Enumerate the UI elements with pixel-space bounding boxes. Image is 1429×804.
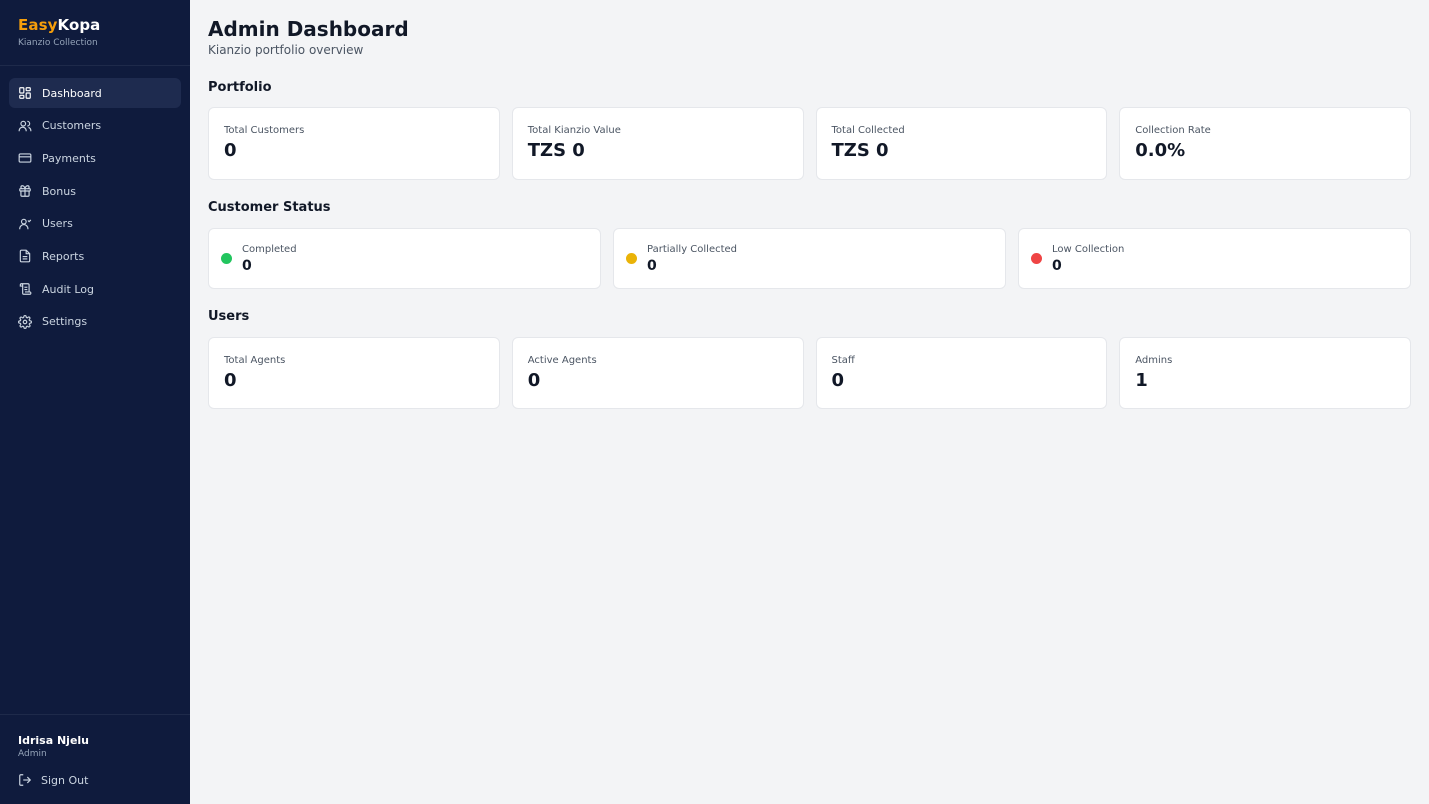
stat-label: Total Agents	[224, 355, 286, 366]
document-icon	[18, 249, 32, 263]
sidebar-item-label: Customers	[42, 119, 102, 133]
sidebar-item-customers[interactable]: Customers	[9, 111, 181, 141]
brand-name-part2: Kopa	[57, 16, 101, 34]
sidebar-item-label: Users	[42, 217, 73, 231]
sidebar-item-payments[interactable]: Payments	[9, 143, 181, 173]
credit-card-icon	[18, 151, 32, 165]
stat-value: 0	[527, 370, 541, 391]
sidebar-item-label: Reports	[42, 249, 85, 263]
stat-card-total-kianzio-value: Total Kianzio Value TZS 0	[511, 107, 804, 180]
sidebar-item-label: Audit Log	[42, 282, 94, 296]
brand: EasyKopa Kianzio Collection	[0, 0, 190, 66]
sidebar-item-label: Settings	[42, 315, 88, 329]
brand-name-part1: Easy	[18, 16, 58, 34]
stat-value: TZS 0	[527, 140, 585, 161]
status-value: 0	[647, 257, 657, 274]
stat-label: Total Kianzio Value	[527, 125, 621, 136]
sidebar-item-users[interactable]: Users	[9, 209, 181, 239]
gear-icon	[18, 314, 32, 329]
section-title-customer-status: Customer Status	[208, 200, 331, 215]
stat-label: Staff	[831, 355, 855, 366]
stat-card-total-customers: Total Customers 0	[208, 107, 500, 180]
stat-card-staff: Staff 0	[815, 337, 1108, 409]
audit-icon	[18, 282, 32, 296]
sidebar-item-label: Payments	[42, 151, 96, 165]
users-icon	[18, 119, 32, 133]
stat-value: 0	[831, 370, 845, 391]
sidebar-item-dashboard[interactable]: Dashboard	[9, 78, 181, 108]
users-cards: Total Agents 0 Active Agents 0 Staff 0 A…	[208, 337, 1411, 409]
stat-card-collection-rate: Collection Rate 0.0%	[1119, 107, 1411, 180]
stat-card-admins: Admins 1	[1119, 337, 1411, 409]
page-subtitle: Kianzio portfolio overview	[208, 43, 364, 57]
user-icon	[18, 217, 32, 231]
status-card-completed: Completed 0	[208, 228, 601, 289]
stat-value: TZS 0	[831, 140, 889, 161]
status-label: Partially Collected	[647, 243, 738, 255]
stat-card-total-agents: Total Agents 0	[208, 337, 500, 409]
gift-icon	[18, 184, 32, 198]
status-value: 0	[1052, 257, 1062, 274]
status-value: 0	[242, 257, 252, 274]
section-title-portfolio: Portfolio	[208, 80, 272, 95]
sidebar-item-label: Dashboard	[42, 86, 102, 100]
status-label: Completed	[242, 243, 297, 255]
brand-logo[interactable]: EasyKopa	[18, 16, 172, 34]
brand-subtitle: Kianzio Collection	[18, 38, 98, 48]
section-title-users: Users	[208, 309, 250, 324]
dashboard-icon	[18, 86, 32, 100]
stat-label: Total Customers	[224, 125, 305, 136]
portfolio-cards: Total Customers 0 Total Kianzio Value TZ…	[208, 107, 1411, 180]
sign-out-label: Sign Out	[41, 773, 89, 787]
stat-label: Admins	[1135, 355, 1173, 366]
stat-card-total-collected: Total Collected TZS 0	[815, 107, 1108, 180]
sidebar-nav: Dashboard Customers Payments Bonus Users	[0, 66, 190, 337]
stat-label: Total Collected	[831, 125, 905, 136]
sidebar-item-bonus[interactable]: Bonus	[9, 176, 181, 206]
stat-value: 0	[224, 140, 237, 161]
sidebar-footer: Idrisa Njelu Admin Sign Out	[0, 714, 190, 804]
sidebar-item-settings[interactable]: Settings	[9, 307, 181, 337]
main-content: Admin Dashboard Kianzio portfolio overvi…	[190, 0, 1429, 804]
status-card-low-collection: Low Collection 0	[1018, 228, 1411, 289]
status-dot-green	[221, 253, 232, 264]
stat-card-active-agents: Active Agents 0	[511, 337, 804, 409]
stat-label: Collection Rate	[1135, 125, 1211, 136]
sign-out-button[interactable]: Sign Out	[18, 773, 172, 787]
status-dot-red	[1031, 253, 1042, 264]
stat-value: 0	[224, 370, 237, 391]
status-label: Low Collection	[1052, 243, 1125, 255]
user-role: Admin	[18, 749, 47, 759]
page-title: Admin Dashboard	[208, 17, 409, 41]
status-card-partially-collected: Partially Collected 0	[613, 228, 1006, 289]
sidebar-item-label: Bonus	[42, 184, 76, 198]
status-dot-yellow	[626, 253, 637, 264]
sidebar-item-audit-log[interactable]: Audit Log	[9, 274, 181, 304]
sidebar: EasyKopa Kianzio Collection Dashboard Cu…	[0, 0, 190, 804]
stat-label: Active Agents	[527, 355, 597, 366]
user-name: Idrisa Njelu	[18, 734, 90, 747]
stat-value: 0.0%	[1135, 140, 1186, 161]
sidebar-item-reports[interactable]: Reports	[9, 241, 181, 271]
stat-value: 1	[1135, 370, 1148, 391]
status-cards: Completed 0 Partially Collected 0 Low Co…	[208, 228, 1411, 289]
sign-out-icon	[18, 773, 32, 787]
